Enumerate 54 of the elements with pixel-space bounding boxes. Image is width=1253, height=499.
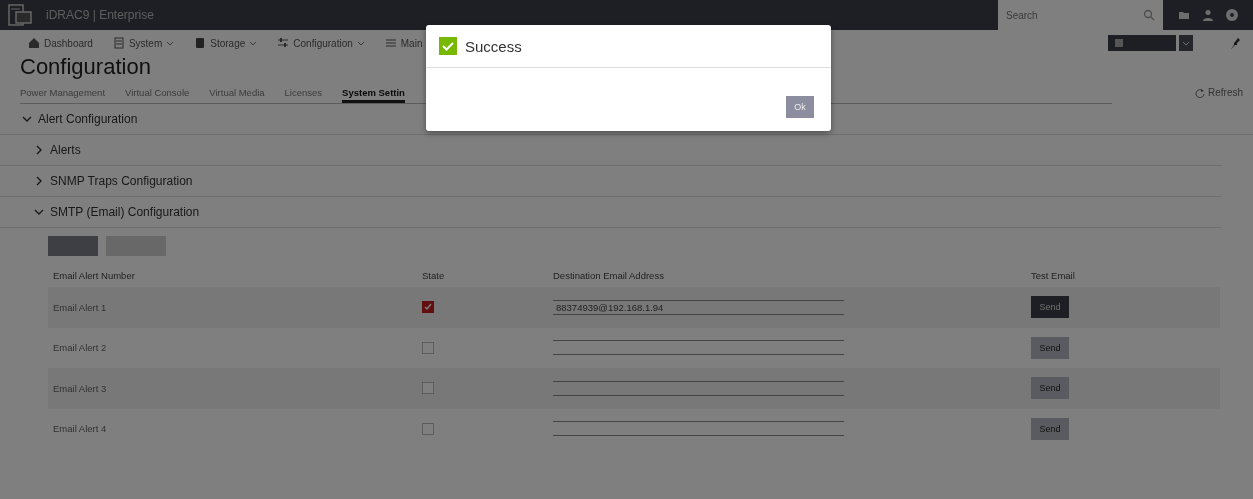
section-header[interactable]: SMTP (Email) Configuration <box>0 197 1221 228</box>
column-header: Destination Email Address <box>552 269 665 281</box>
tab[interactable]: Power Management <box>20 85 106 103</box>
product-title: iDRAC9 | Enterprise <box>46 8 154 22</box>
chevron-down-icon <box>22 114 32 124</box>
refresh-link[interactable]: Refresh <box>1195 87 1243 104</box>
refresh-icon <box>1195 87 1205 98</box>
search-field[interactable]: Search <box>998 0 1163 30</box>
nav-menu-item[interactable]: Dashboard <box>28 37 93 49</box>
tab[interactable]: Virtual Media <box>209 85 265 103</box>
storage-icon <box>194 37 207 49</box>
search-icon <box>1143 9 1155 21</box>
page-title: Configuration <box>19 56 152 81</box>
table-cell-text: Email Alert 4 <box>52 423 108 435</box>
email-field[interactable] <box>553 380 844 396</box>
tab[interactable]: System Settin <box>342 85 405 103</box>
tab[interactable]: Virtual Console <box>125 85 190 103</box>
home-icon <box>28 37 40 49</box>
dropdown-button[interactable] <box>1179 35 1193 51</box>
table-cell-text: Email Alert 3 <box>52 382 108 394</box>
success-check-icon <box>439 37 457 55</box>
nav-menu-item[interactable]: System <box>112 37 175 49</box>
dialog-title: Success <box>465 37 522 55</box>
checkbox[interactable] <box>422 422 434 435</box>
section-header[interactable]: Alerts <box>0 135 1221 166</box>
email-field[interactable] <box>553 340 844 356</box>
column-header: Test Email <box>1030 269 1076 281</box>
email-field[interactable]: 88374939@192.168.1.94 <box>553 299 844 315</box>
nav-menu-item[interactable]: Storage <box>194 37 258 49</box>
table-cell-text: Email Alert 2 <box>52 342 108 354</box>
chevron-right-icon <box>34 145 44 155</box>
checkbox[interactable] <box>422 301 434 314</box>
column-header: Email Alert Number <box>52 269 136 281</box>
chevron-down-icon <box>34 207 44 217</box>
check-icon <box>424 303 432 312</box>
sliders-icon <box>277 37 290 49</box>
ok-button[interactable]: Ok <box>786 96 814 118</box>
mode-button[interactable] <box>1108 35 1176 51</box>
table-cell-text: Email Alert 1 <box>52 301 108 313</box>
user-icon <box>1201 8 1215 22</box>
caret-icon <box>1182 39 1190 47</box>
email-field[interactable] <box>553 421 844 437</box>
nav-menu-item[interactable]: Main <box>384 37 423 49</box>
nav-menu-item[interactable]: Configuration <box>277 37 365 49</box>
checkbox[interactable] <box>422 382 434 395</box>
logo-icon <box>8 4 32 26</box>
tab[interactable]: Licenses <box>284 85 323 103</box>
section-header[interactable]: SNMP Traps Configuration <box>0 166 1221 197</box>
send-button[interactable]: Send <box>1031 296 1069 319</box>
chevron-right-icon <box>34 176 44 186</box>
pin-icon <box>1229 37 1241 49</box>
checkbox[interactable] <box>422 341 434 354</box>
column-header: State <box>421 269 446 281</box>
list-icon <box>384 37 397 49</box>
